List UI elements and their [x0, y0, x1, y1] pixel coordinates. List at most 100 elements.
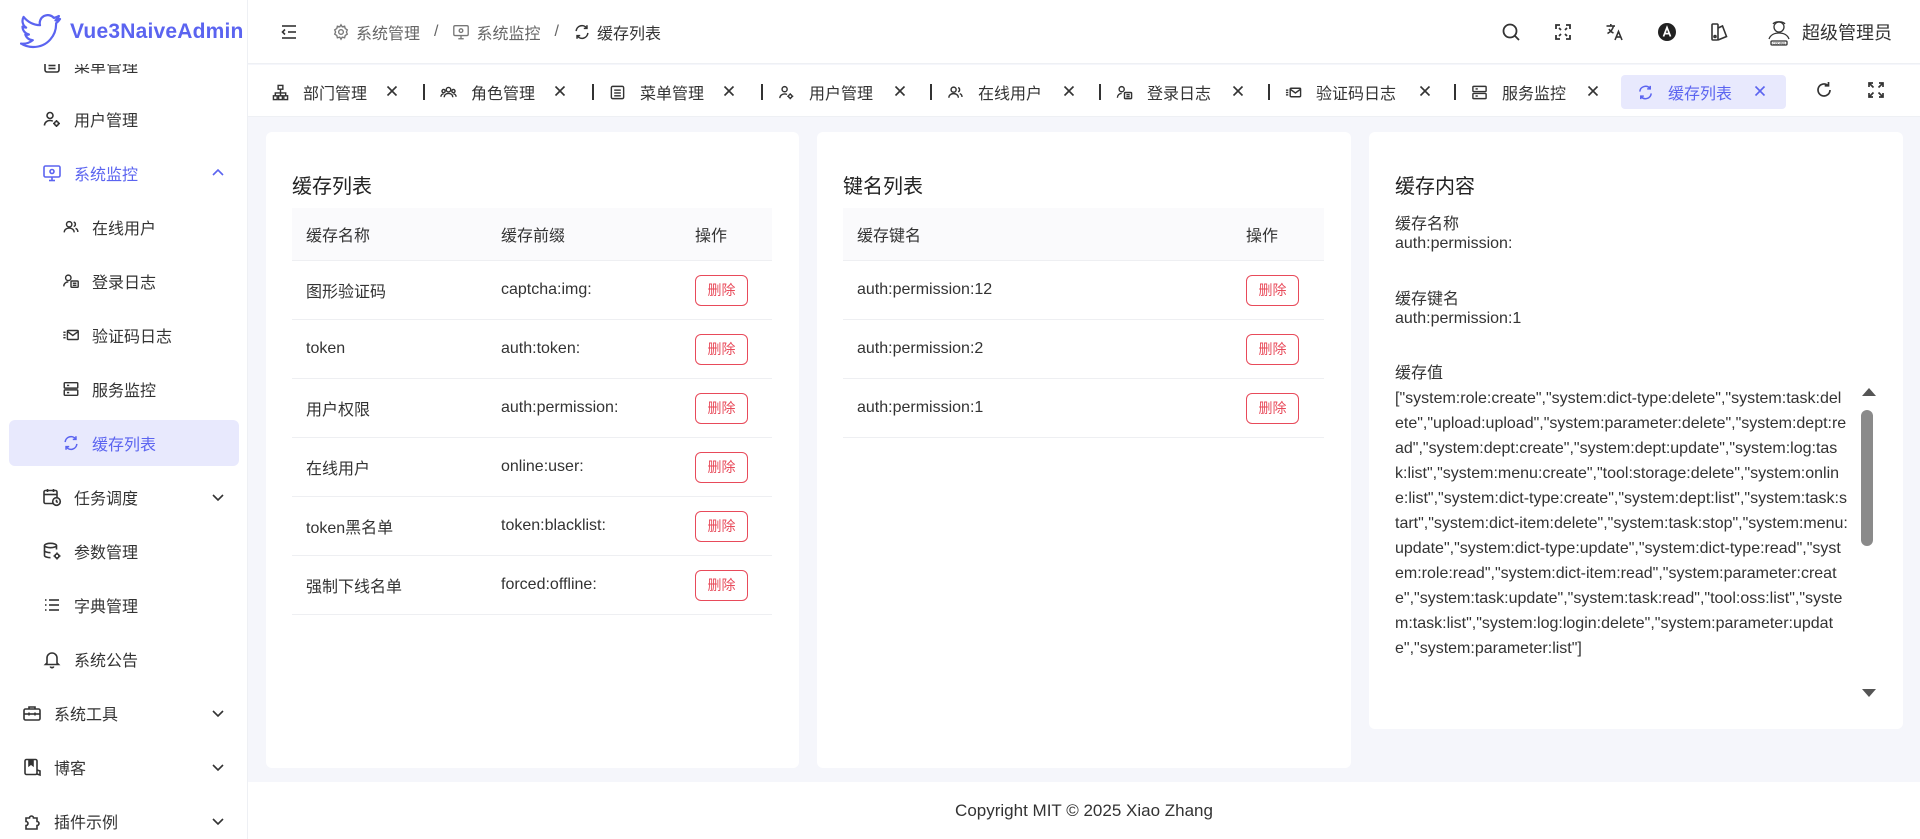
sidebar-item-blog[interactable]: 博客 [0, 740, 247, 794]
github-a-badge-icon[interactable] [1656, 21, 1678, 43]
delete-button[interactable]: 删除 [695, 510, 748, 542]
sidebar-item-label: 字典管理 [74, 599, 139, 616]
close-icon[interactable] [1417, 83, 1433, 99]
close-icon[interactable] [1061, 83, 1077, 99]
table-row[interactable]: auth:permission:12 删除 [843, 261, 1324, 320]
cache-prefix-cell: online:user: [501, 458, 584, 475]
sidebar-item-label: 登录日志 [92, 275, 157, 292]
key-list-table: 缓存键名 操作 auth:permission:12 删除 auth:permi… [843, 208, 1324, 438]
sidebar-item-cache-list[interactable]: 缓存列表 [9, 420, 239, 466]
theme-icon[interactable] [1708, 21, 1730, 43]
header: 系统管理 / 系统监控 / 缓存列表 CODING 超级管理员 [248, 0, 1920, 64]
cache-name-cell: 用户权限 [306, 402, 371, 419]
breadcrumb-item-system-monitor[interactable]: 系统监控 [452, 20, 540, 44]
delete-button[interactable]: 删除 [695, 333, 748, 365]
sidebar-item-parameter-management[interactable]: 参数管理 [0, 524, 247, 578]
cache-list-table: 缓存名称 缓存前缀 操作 图形验证码 captcha:img: 删除 token… [292, 208, 772, 615]
cache-value-text[interactable]: ["system:role:create","system:dict-type:… [1395, 386, 1849, 710]
delete-button[interactable]: 删除 [695, 274, 748, 306]
sidebar-item-login-log[interactable]: 登录日志 [0, 254, 247, 308]
tab-department-management[interactable]: 部门管理 [272, 75, 400, 109]
tab-login-log[interactable]: 登录日志 [1116, 75, 1246, 109]
table-row[interactable]: 图形验证码 captcha:img: 删除 [292, 261, 772, 320]
close-icon[interactable] [552, 83, 568, 99]
tab-role-management[interactable]: 角色管理 [440, 75, 568, 109]
users-online-icon [947, 84, 964, 101]
tab-user-management[interactable]: 用户管理 [778, 75, 908, 109]
sidebar-item-user-management[interactable]: 用户管理 [0, 92, 247, 146]
table-row[interactable]: auth:permission:1 删除 [843, 379, 1324, 438]
login-log-icon [1116, 84, 1133, 101]
breadcrumb-label: 系统管理 [356, 26, 421, 43]
cache-name-cell: 强制下线名单 [306, 579, 403, 596]
close-icon[interactable] [892, 83, 908, 99]
users-icon [440, 84, 457, 101]
close-icon[interactable] [1752, 83, 1768, 99]
breadcrumb-item-cache-list: 缓存列表 [573, 20, 661, 44]
table-row[interactable]: token auth:token: 删除 [292, 320, 772, 379]
tab-cache-list[interactable]: 缓存列表 [1621, 75, 1786, 109]
breadcrumb-label: 系统监控 [476, 26, 541, 43]
tab-online-users[interactable]: 在线用户 [947, 75, 1077, 109]
fullscreen-icon[interactable] [1552, 21, 1574, 43]
avatar: CODING [1764, 17, 1794, 47]
close-icon[interactable] [1585, 83, 1601, 99]
sidebar-item-server-monitor[interactable]: 服务监控 [0, 362, 247, 416]
delete-button[interactable]: 删除 [1246, 274, 1299, 306]
card-title: 缓存列表 [292, 176, 372, 198]
sidebar-item-system-tools[interactable]: 系统工具 [0, 686, 247, 740]
sidebar-item-system-notice[interactable]: 系统公告 [0, 632, 247, 686]
breadcrumb-item-system-management[interactable]: 系统管理 [332, 20, 420, 44]
gear-icon [332, 23, 350, 41]
delete-button[interactable]: 删除 [695, 392, 748, 424]
tab-captcha-log[interactable]: 验证码日志 [1285, 75, 1433, 109]
cache-name-cell: token黑名单 [306, 520, 394, 537]
tab-divider [1454, 84, 1456, 100]
sidebar-item-label: 在线用户 [92, 221, 157, 238]
tab-server-monitor[interactable]: 服务监控 [1471, 75, 1601, 109]
sidebar-item-system-monitor[interactable]: 系统监控 [0, 146, 247, 200]
delete-button[interactable]: 删除 [695, 451, 748, 483]
table-row[interactable]: 在线用户 online:user: 删除 [292, 438, 772, 497]
reload-tab-icon[interactable] [1814, 80, 1834, 100]
card-title: 键名列表 [843, 176, 923, 198]
brand[interactable]: Vue3NaiveAdmin [0, 0, 247, 64]
table-row[interactable]: auth:permission:2 删除 [843, 320, 1324, 379]
sidebar-item-plugin-examples[interactable]: 插件示例 [0, 794, 247, 839]
close-icon[interactable] [384, 83, 400, 99]
scroll-up-arrow-icon[interactable] [1860, 386, 1878, 398]
table-row[interactable]: 强制下线名单 forced:offline: 删除 [292, 556, 772, 615]
scrollbar-thumb[interactable] [1861, 410, 1873, 546]
twitter-bird-logo-icon [20, 14, 62, 50]
sidebar-item-online-users[interactable]: 在线用户 [0, 200, 247, 254]
sidebar-item-captcha-log[interactable]: 验证码日志 [0, 308, 247, 362]
close-icon[interactable] [1230, 83, 1246, 99]
table-row[interactable]: token黑名单 token:blacklist: 删除 [292, 497, 772, 556]
user-menu[interactable]: CODING 超级管理员 [1764, 14, 1892, 50]
cache-key-cell: auth:permission:12 [857, 281, 993, 298]
copyright-text: Copyright MIT © 2025 Xiao Zhang [955, 800, 1213, 820]
menu-collapse-icon[interactable] [278, 21, 300, 43]
cache-name-cell: 图形验证码 [306, 284, 387, 301]
tab-label: 在线用户 [978, 86, 1043, 103]
delete-button[interactable]: 删除 [695, 569, 748, 601]
close-icon[interactable] [721, 83, 737, 99]
column-header: 缓存名称 [306, 228, 371, 245]
cache-key-cell: auth:permission:2 [857, 340, 984, 357]
chevron-down-icon [210, 705, 226, 721]
scroll-down-arrow-icon[interactable] [1860, 687, 1878, 699]
breadcrumb: 系统管理 / 系统监控 / 缓存列表 [332, 0, 661, 64]
translate-icon[interactable] [1604, 21, 1626, 43]
maximize-content-icon[interactable] [1866, 80, 1886, 100]
tab-menu-management[interactable]: 菜单管理 [609, 75, 737, 109]
search-icon[interactable] [1500, 21, 1522, 43]
refresh-icon [573, 23, 591, 41]
refresh-icon [62, 434, 80, 452]
sidebar-item-task-scheduling[interactable]: 任务调度 [0, 470, 247, 524]
tab-divider [1099, 84, 1101, 100]
table-row[interactable]: 用户权限 auth:permission: 删除 [292, 379, 772, 438]
delete-button[interactable]: 删除 [1246, 333, 1299, 365]
tab-label: 角色管理 [471, 86, 536, 103]
sidebar-item-dictionary-management[interactable]: 字典管理 [0, 578, 247, 632]
delete-button[interactable]: 删除 [1246, 392, 1299, 424]
